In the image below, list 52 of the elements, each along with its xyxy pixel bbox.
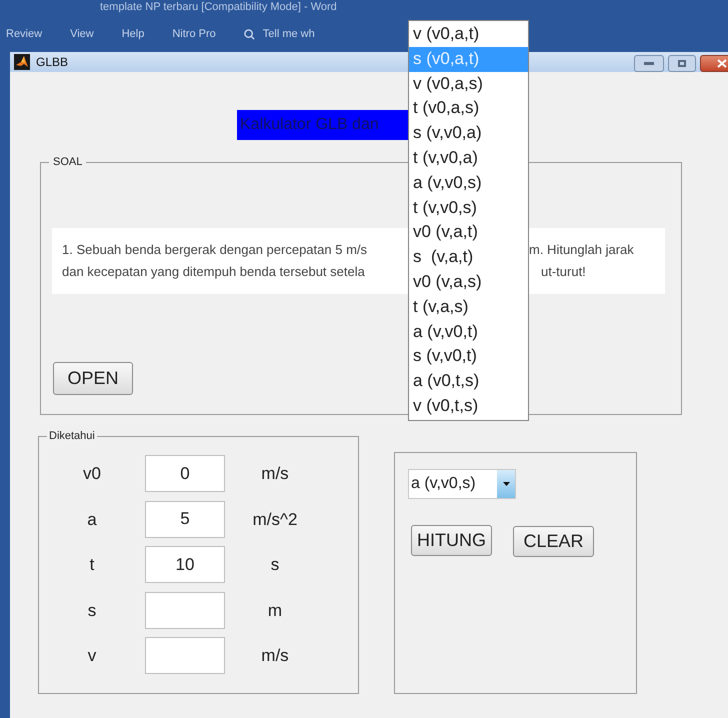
variable-label: a (86, 508, 98, 530)
unit-label: s (270, 554, 280, 576)
input-field[interactable]: 5 (145, 500, 225, 538)
dropdown-option[interactable]: v (v0,a,t) (409, 22, 528, 47)
dropdown-option[interactable]: t (v,a,s) (409, 294, 528, 320)
caret-icon (502, 482, 510, 486)
formula-dropdown[interactable]: a (v,v0,s) (408, 469, 516, 499)
menu-item[interactable]: Nitro Pro (172, 26, 216, 42)
question-text: ut-turut! (540, 263, 587, 281)
search-icon[interactable] (244, 28, 255, 40)
input-field[interactable]: 0 (145, 455, 225, 492)
input-field[interactable] (145, 592, 225, 629)
dropdown-option[interactable]: v0 (v,a,s) (409, 270, 528, 295)
tell-me-field[interactable]: Tell me wh (262, 26, 315, 42)
dropdown-option[interactable]: t (v,v0,a) (409, 146, 528, 171)
dropdown-option[interactable]: v (v0,a,s) (409, 72, 528, 96)
dropdown-option[interactable]: a (v0,t,s) (409, 369, 528, 394)
dropdown-option[interactable]: a (v,v0,t) (409, 320, 528, 344)
window-title: GLBB (36, 54, 68, 71)
menu-item[interactable]: View (70, 26, 94, 42)
input-field[interactable]: 10 (145, 546, 225, 584)
unit-label: m/s (260, 645, 290, 667)
variable-label: s (86, 600, 98, 622)
unit-label: m (266, 600, 284, 622)
menu-item[interactable]: Review (6, 26, 42, 42)
dropdown-option[interactable]: v0 (v,a,t) (409, 220, 528, 246)
unit-label: m/s (260, 463, 290, 485)
unit-label: m/s^2 (252, 508, 298, 530)
push-button[interactable]: HITUNG (411, 525, 492, 556)
dropdown-option[interactable]: s (v,v0,a) (409, 121, 528, 146)
dropdown-option[interactable]: t (v0,a,s) (409, 96, 528, 122)
menu-item[interactable]: Help (122, 26, 144, 42)
dropdown-option[interactable]: t (v,v0,s) (409, 196, 528, 220)
maximize-button[interactable] (668, 54, 696, 72)
variable-label: v (86, 645, 98, 667)
question-text: dan kecepatan yang ditempuh benda tersebut setela (62, 263, 366, 281)
dropdown-option[interactable]: s (v,a,t) (409, 245, 528, 270)
question-text: m. Hitunglah jarak (529, 241, 634, 259)
close-icon (717, 58, 727, 68)
variable-label: t (88, 554, 96, 576)
dropdown-option[interactable]: v (v0,t,s) (409, 394, 528, 419)
input-field[interactable] (145, 637, 225, 674)
push-button[interactable]: CLEAR (513, 526, 594, 557)
dropdown-option[interactable]: a (v,v0,s) (409, 170, 528, 196)
variable-label: v0 (82, 463, 102, 485)
app-logo-icon (14, 54, 30, 70)
question-text: 1. Sebuah benda bergerak dengan percepatan 5 m/s (62, 241, 368, 259)
dropdown-option[interactable]: s (v,v0,t) (409, 344, 528, 370)
background-window-title: template NP terbaru [Compatibility Mode] - Word (99, 0, 338, 14)
minimize-button[interactable] (634, 54, 664, 72)
push-button[interactable]: OPEN (53, 362, 133, 395)
heading-label: Kalkulator GLB dan (237, 110, 408, 140)
